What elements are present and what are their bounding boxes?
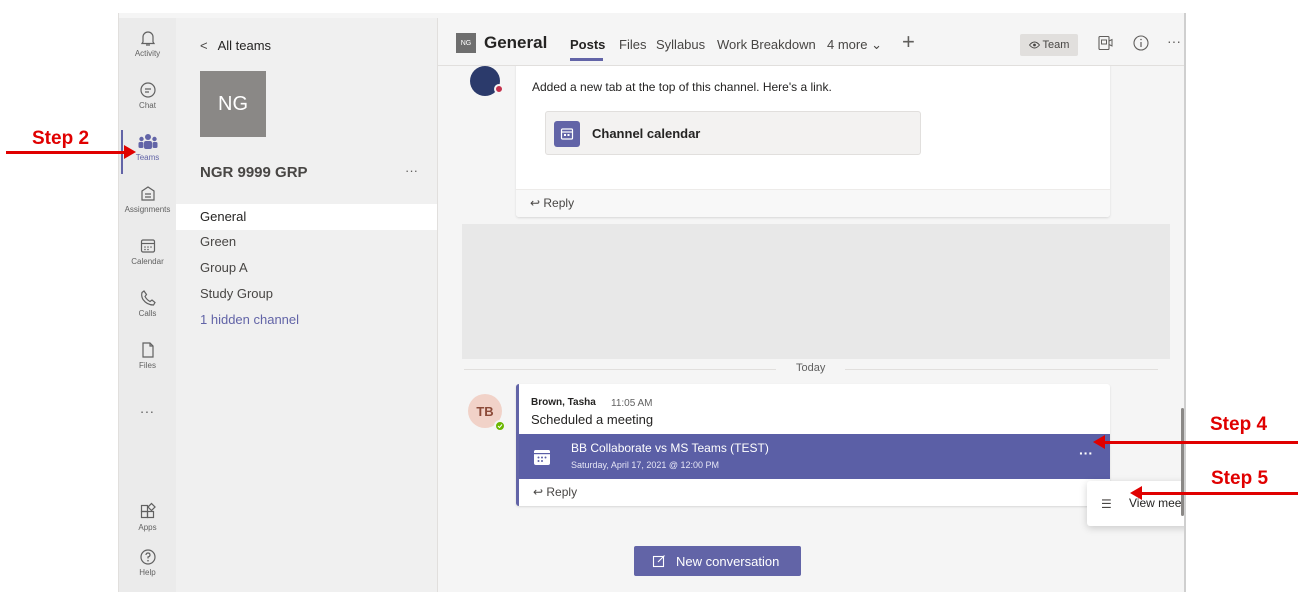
reply-label: Reply [543,196,575,210]
rail-item-files[interactable]: Files [119,338,176,390]
step-5-arrow-line [1141,492,1298,495]
meet-now-icon[interactable] [1096,34,1114,52]
rail-label-files: Files [139,361,156,370]
chat-icon [139,82,156,98]
date-divider-label: Today [776,362,846,374]
team-button[interactable]: Team [1020,34,1078,56]
eye-icon [1028,41,1040,49]
all-teams-link[interactable]: < All teams [200,38,271,53]
apps-icon [140,502,156,519]
channel-post: Added a new tab at the top of this chann… [516,48,1110,217]
help-icon [139,549,156,565]
step-5-label: Step 5 [1211,468,1269,489]
rail-item-activity[interactable]: Activity [119,26,176,78]
rail-item-help[interactable]: Help [119,545,176,592]
rail-item-calendar[interactable]: Calendar [119,234,176,286]
meeting-post: Brown, Tasha 11:05 AM Scheduled a meetin… [516,384,1110,506]
rail-item-chat[interactable]: Chat [119,78,176,130]
rail-label-help: Help [139,568,156,577]
meeting-date: Saturday, April 17, 2021 @ 12:00 PM [571,460,720,470]
channel-title: General [484,33,548,52]
rail-label-calls: Calls [138,309,157,318]
calendar-icon [534,450,550,465]
post-message-text: Added a new tab at the top of this chann… [532,80,832,94]
meeting-more-options-button[interactable]: ··· [1079,445,1093,461]
post-author: Brown, Tasha [531,397,596,408]
team-button-label: Team [1042,39,1070,51]
rail-label-assignments: Assignments [124,205,171,214]
rail-more-button[interactable]: ... [119,400,176,416]
active-tab-indicator [570,58,603,61]
reply-button[interactable]: ↩ Reply [519,480,1110,506]
teams-window: Activity Chat Teams Assignments Calendar… [118,13,1186,592]
meeting-card[interactable]: BB Collaborate vs MS Teams (TEST) Saturd… [519,434,1110,479]
calendar-icon [554,121,580,147]
team-more-options-button[interactable]: ··· [405,163,418,178]
rail-label-apps: Apps [138,523,157,532]
channel-main-area: Added a new tab at the top of this chann… [438,18,1184,592]
step-5-arrow-head [1130,486,1142,500]
channel-group-a[interactable]: Group A [176,255,437,281]
team-name: NGR 9999 GRP [200,164,308,181]
screenshot-stage: Activity Chat Teams Assignments Calendar… [0,0,1300,592]
step-4-arrow-head [1093,435,1105,449]
reply-label: Reply [546,485,578,499]
channel-study-group[interactable]: Study Group [176,281,437,307]
channel-avatar: NG [456,33,476,53]
rail-label-activity: Activity [134,49,161,58]
channel-calendar-card[interactable]: Channel calendar [545,111,921,155]
hidden-channels-link[interactable]: 1 hidden channel [176,307,437,333]
assignments-icon [140,186,155,201]
post-timestamp: 11:05 AM [611,398,653,409]
step-2-arrow-head [124,145,136,159]
calendar-icon [140,239,155,253]
rail-item-calls[interactable]: Calls [119,286,176,338]
new-conversation-button[interactable]: New conversation [634,546,801,576]
rail-label-calendar: Calendar [131,257,164,266]
rail-label-chat: Chat [139,101,156,110]
tab-files[interactable]: Files [619,37,646,52]
reply-button[interactable]: ↩ Reply [516,189,1110,217]
loading-placeholder [462,224,1170,359]
bell-icon [140,31,155,46]
rail-label-teams: Teams [135,153,160,162]
compose-icon [652,555,665,568]
meeting-title: BB Collaborate vs MS Teams (TEST) [571,441,769,455]
tab-more[interactable]: 4 more ⌄ [827,37,882,53]
chevron-left-icon: < [200,38,208,53]
step-2-arrow-line [6,151,124,154]
team-channel-panel: < All teams NG NGR 9999 GRP ··· General G… [176,18,438,592]
tab-syllabus[interactable]: Syllabus [656,37,705,52]
step-4-label: Step 4 [1210,414,1268,435]
channel-header: NG General Posts Files Syllabus Work Bre… [438,18,1184,66]
available-status-icon [494,420,506,432]
channel-calendar-label: Channel calendar [592,126,701,141]
reply-icon: ↩ [530,196,544,210]
reply-icon: ↩ [533,485,547,499]
presence-badge [494,84,504,94]
phone-icon [140,290,156,306]
channel-green[interactable]: Green [176,229,437,255]
teams-icon [138,134,157,149]
all-teams-label: All teams [217,38,272,53]
scrollbar[interactable] [1181,408,1184,516]
tab-posts[interactable]: Posts [570,37,605,52]
more-options-button[interactable]: ··· [1167,33,1181,49]
step-2-label: Step 2 [32,128,90,149]
channel-general[interactable]: General [176,204,437,230]
tab-work-breakdown[interactable]: Work Breakdown [717,37,816,52]
list-icon: ☰ [1101,497,1112,511]
app-rail: Activity Chat Teams Assignments Calendar… [119,18,176,592]
team-avatar: NG [200,71,266,137]
add-tab-button[interactable]: + [902,29,915,55]
info-icon[interactable] [1132,34,1150,52]
post-message-text: Scheduled a meeting [531,412,654,427]
rail-item-assignments[interactable]: Assignments [119,182,176,234]
new-conversation-label: New conversation [676,553,780,569]
step-4-arrow-line [1104,441,1298,444]
file-icon [141,342,154,358]
